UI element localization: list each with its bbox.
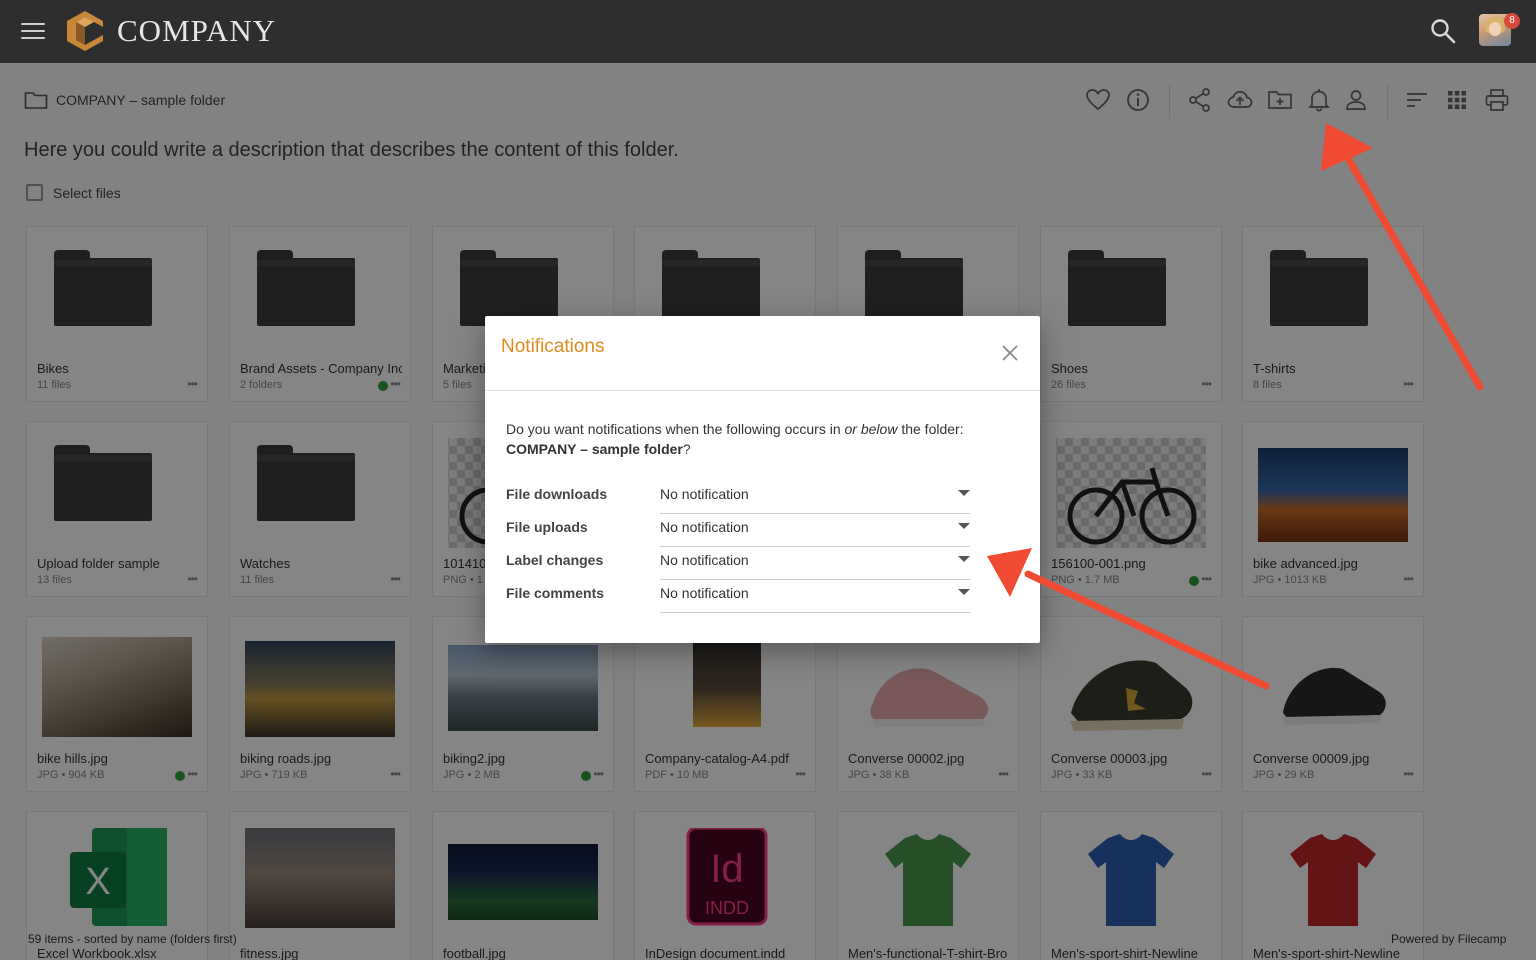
select-value: No notification <box>660 486 749 502</box>
row-label: File uploads <box>506 519 588 535</box>
row-label: File downloads <box>506 486 608 502</box>
caret-down-icon <box>958 589 970 595</box>
caret-down-icon <box>958 490 970 496</box>
notification-row-comments: File comments No notification <box>506 583 971 616</box>
notification-row-uploads: File uploads No notification <box>506 517 971 550</box>
select-value: No notification <box>660 552 749 568</box>
notification-row-downloads: File downloads No notification <box>506 484 971 517</box>
notification-row-labels: Label changes No notification <box>506 550 971 583</box>
question-emphasis: or below <box>844 421 898 437</box>
select-value: No notification <box>660 585 749 601</box>
dialog-question: Do you want notifications when the follo… <box>506 419 1006 459</box>
uploads-notification-select[interactable]: No notification <box>660 517 970 547</box>
menu-icon[interactable] <box>21 23 45 41</box>
caret-down-icon <box>958 556 970 562</box>
downloads-notification-select[interactable]: No notification <box>660 484 970 514</box>
dialog-divider <box>485 390 1040 391</box>
row-label: Label changes <box>506 552 604 568</box>
comments-notification-select[interactable]: No notification <box>660 583 970 613</box>
search-icon[interactable] <box>1430 18 1456 44</box>
company-logo-icon[interactable] <box>66 10 104 52</box>
question-text: Do you want notifications when the follo… <box>506 421 845 437</box>
caret-down-icon <box>958 523 970 529</box>
question-text-end: the folder: <box>897 421 964 437</box>
brand-name: COMPANY <box>117 13 277 48</box>
label-changes-notification-select[interactable]: No notification <box>660 550 970 580</box>
question-folder-name: COMPANY – sample folder <box>506 441 683 457</box>
close-icon[interactable] <box>999 342 1021 364</box>
notifications-dialog: Notifications Do you want notifications … <box>485 316 1040 643</box>
row-label: File comments <box>506 585 605 601</box>
notification-badge: 8 <box>1504 13 1520 29</box>
top-bar: COMPANY 8 <box>0 0 1536 63</box>
dialog-title: Notifications <box>501 336 605 357</box>
question-suffix: ? <box>682 441 691 457</box>
select-value: No notification <box>660 519 749 535</box>
